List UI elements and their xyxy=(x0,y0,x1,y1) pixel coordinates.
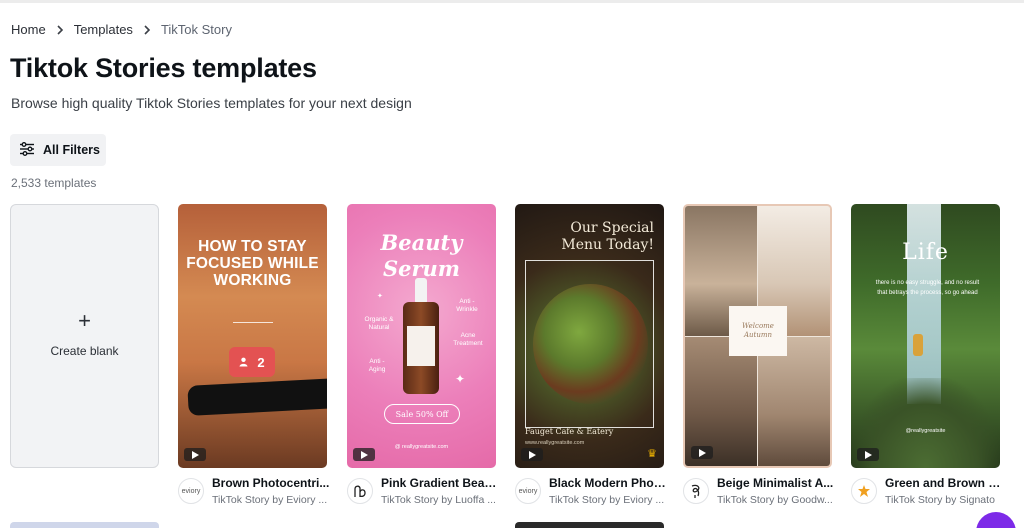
thumbnail-frame xyxy=(525,260,654,428)
page-title: Tiktok Stories templates xyxy=(10,53,317,83)
notification-badge: 2 xyxy=(229,347,275,377)
template-card[interactable]: HOW TO STAY FOCUSED WHILE WORKING 2 evio… xyxy=(178,204,329,506)
thumbnail-headline: Life xyxy=(902,240,949,265)
filter-sliders-icon xyxy=(19,141,43,159)
template-creator[interactable]: TikTok Story by Goodw... xyxy=(717,494,835,506)
creator-avatar[interactable]: eviory xyxy=(178,478,204,504)
all-filters-label: All Filters xyxy=(43,143,100,157)
video-play-icon xyxy=(857,448,879,461)
template-thumbnail[interactable]: Life there is no easy struggle, and no r… xyxy=(851,204,1000,468)
breadcrumb-current: TikTok Story xyxy=(160,22,232,37)
thumbnail-label: Acne Treatment xyxy=(453,332,483,347)
template-creator[interactable]: TikTok Story by Eviory ... xyxy=(212,494,330,506)
person-image xyxy=(913,334,923,356)
thumbnail-sale-pill: Sale 50% Off xyxy=(384,404,460,424)
thumbnail-label: Anti - Wrinkle xyxy=(456,298,478,313)
template-meta: eviory Black Modern Phot... TikTok Story… xyxy=(515,476,675,506)
template-creator[interactable]: TikTok Story by Signato xyxy=(885,494,1003,506)
template-thumbnail[interactable]: Welcome Autumn xyxy=(683,204,832,468)
plus-icon: + xyxy=(78,308,91,333)
template-creator[interactable]: TikTok Story by Eviory ... xyxy=(549,494,667,506)
serum-dropper-image xyxy=(415,278,427,304)
thumbnail-headline: Our Special Menu Today! xyxy=(561,220,654,253)
waterfall-image xyxy=(907,204,941,404)
premium-crown-icon: ♛ xyxy=(647,448,657,460)
all-filters-button[interactable]: All Filters xyxy=(10,134,106,166)
template-title[interactable]: Black Modern Phot... xyxy=(549,476,667,490)
thumbnail-site: www.reallygreatsite.com xyxy=(525,440,585,446)
chevron-right-icon xyxy=(143,24,151,35)
collage-photo xyxy=(758,337,830,466)
template-card[interactable]: Beauty Serum Organic & Natural Anti - Wr… xyxy=(347,204,499,506)
template-thumbnail[interactable]: HOW TO STAY FOCUSED WHILE WORKING 2 xyxy=(178,204,327,468)
chevron-right-icon xyxy=(56,24,64,35)
thumbnail-handle: @reallygreatsite xyxy=(905,428,946,434)
template-title[interactable]: Green and Brown S... xyxy=(885,476,1003,490)
results-count: 2,533 templates xyxy=(11,176,97,190)
thumbnail-headline: Beauty Serum xyxy=(380,230,463,281)
help-button[interactable] xyxy=(976,512,1016,528)
template-meta: Pink Gradient Beau... TikTok Story by Lu… xyxy=(347,476,507,506)
template-card[interactable]: Life there is no easy struggle, and no r… xyxy=(851,204,1003,506)
template-meta: Beige Minimalist A... TikTok Story by Go… xyxy=(683,476,843,506)
video-play-icon xyxy=(184,448,206,461)
thumbnail-label: Organic & Natural xyxy=(364,316,394,331)
sparkle-icon: ✦ xyxy=(455,372,466,386)
page-subtitle: Browse high quality Tiktok Stories templ… xyxy=(11,95,412,111)
template-thumbnail[interactable]: Beauty Serum Organic & Natural Anti - Wr… xyxy=(347,204,496,468)
template-card[interactable]: Our Special Menu Today! Fauget Cafe & Ea… xyxy=(515,204,667,506)
template-card[interactable]: Welcome Autumn Beige Minimalist A... Tik… xyxy=(683,204,833,506)
template-meta: Green and Brown S... TikTok Story by Sig… xyxy=(851,476,1011,506)
breadcrumb-templates-link[interactable]: Templates xyxy=(74,22,133,37)
creator-avatar[interactable] xyxy=(347,478,373,504)
create-blank-tile[interactable]: + Create blank xyxy=(10,204,159,468)
template-thumbnail[interactable]: Our Special Menu Today! Fauget Cafe & Ea… xyxy=(515,204,664,468)
template-creator[interactable]: TikTok Story by Luoffa ... xyxy=(381,494,499,506)
thumbnail-divider xyxy=(233,322,273,323)
thumbnail-headline: Welcome Autumn xyxy=(729,306,787,356)
template-meta: eviory Brown Photocentri... TikTok Story… xyxy=(178,476,338,506)
thumbnail-headline: HOW TO STAY FOCUSED WHILE WORKING xyxy=(186,238,319,289)
video-play-icon xyxy=(353,448,375,461)
template-title[interactable]: Brown Photocentri... xyxy=(212,476,330,490)
top-divider xyxy=(0,0,1024,3)
creator-avatar[interactable] xyxy=(851,478,877,504)
video-play-icon xyxy=(691,446,713,459)
serum-bottle-image xyxy=(403,302,439,394)
thumbnail-quote: there is no easy struggle, and no result… xyxy=(875,280,980,296)
phone-image xyxy=(187,378,327,416)
breadcrumb-home-link[interactable]: Home xyxy=(11,22,46,37)
creator-avatar[interactable]: eviory xyxy=(515,478,541,504)
template-title[interactable]: Beige Minimalist A... xyxy=(717,476,835,490)
thumbnail-cafe-name: Fauget Cafe & Eatery xyxy=(525,427,614,436)
template-title[interactable]: Pink Gradient Beau... xyxy=(381,476,499,490)
sparkle-icon: ✦ xyxy=(377,293,383,300)
video-play-icon xyxy=(521,448,543,461)
breadcrumb: Home Templates TikTok Story xyxy=(11,22,232,37)
next-row-card-peek xyxy=(515,522,664,528)
thumbnail-label: Anti - Aging xyxy=(368,358,386,373)
notification-count: 2 xyxy=(257,354,265,370)
next-row-card-peek xyxy=(10,522,159,528)
create-blank-label: Create blank xyxy=(50,344,119,358)
creator-avatar[interactable] xyxy=(683,478,709,504)
